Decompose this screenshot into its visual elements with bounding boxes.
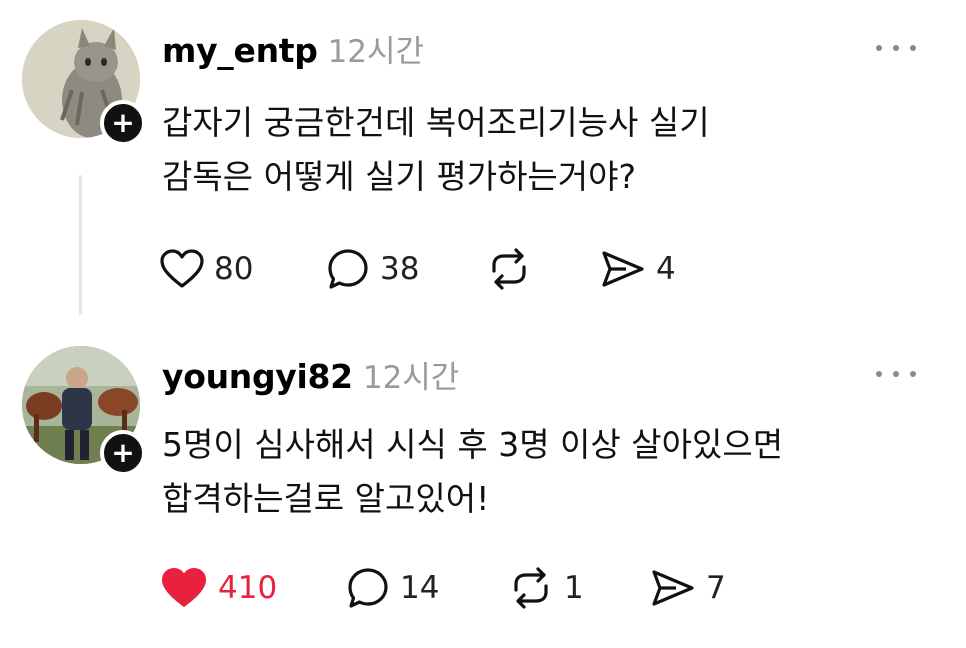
- share-icon: [652, 570, 694, 606]
- like-count: 410: [218, 570, 278, 606]
- post-text-line: 감독은 어떻게 실기 평가하는거야?: [162, 157, 637, 196]
- username[interactable]: youngyi82: [162, 357, 353, 396]
- like-button[interactable]: 80: [160, 244, 253, 294]
- comment-button[interactable]: 14: [346, 563, 439, 613]
- comment-count: 14: [400, 570, 440, 606]
- timestamp: 12시간: [327, 34, 425, 70]
- follow-plus-icon[interactable]: +: [100, 100, 146, 146]
- post-text-line: 5명이 심사해서 시식 후 3명 이상 살아있으면: [162, 425, 784, 464]
- more-icon[interactable]: [876, 40, 916, 56]
- repost-button[interactable]: [486, 244, 542, 294]
- like-button[interactable]: 410: [160, 563, 277, 613]
- comment-count: 38: [380, 251, 420, 287]
- post-text-line: 갑자기 궁금한건데 복어조리기능사 실기: [162, 103, 710, 142]
- comment-button[interactable]: 38: [326, 244, 419, 294]
- share-icon: [602, 251, 644, 287]
- post-header: my_entp 12시간: [162, 26, 424, 71]
- share-count: 4: [656, 251, 676, 287]
- thread-post: + my_entp 12시간 갑자기 궁금한건데 복어조리기능사 실기 감독은 …: [0, 0, 966, 330]
- repost-icon: [514, 567, 548, 609]
- comment-icon: [328, 249, 368, 289]
- post-text-line: 합격하는걸로 알고있어!: [162, 479, 490, 518]
- share-count: 7: [706, 570, 726, 606]
- post-header: youngyi82 12시간: [162, 352, 459, 397]
- repost-icon: [492, 248, 526, 290]
- heart-icon: [160, 249, 204, 288]
- timestamp: 12시간: [362, 360, 460, 396]
- post-text: 5명이 심사해서 시식 후 3명 이상 살아있으면 합격하는걸로 알고있어!: [162, 418, 922, 526]
- repost-count: 1: [564, 570, 584, 606]
- username[interactable]: my_entp: [162, 31, 318, 70]
- share-button[interactable]: 4: [600, 244, 676, 294]
- thread-line: [79, 175, 82, 315]
- follow-plus-icon[interactable]: +: [100, 430, 146, 476]
- share-button[interactable]: 7: [650, 563, 726, 613]
- heart-icon: [161, 568, 207, 607]
- repost-button[interactable]: 1: [508, 563, 584, 613]
- post-text: 갑자기 궁금한건데 복어조리기능사 실기 감독은 어떻게 실기 평가하는거야?: [162, 96, 922, 204]
- like-count: 80: [214, 251, 254, 287]
- comment-icon: [348, 568, 388, 608]
- more-icon[interactable]: [876, 366, 916, 382]
- thread-post: + youngyi82 12시간 5명이 심사해서 시식 후 3명 이상 살아있…: [0, 330, 966, 648]
